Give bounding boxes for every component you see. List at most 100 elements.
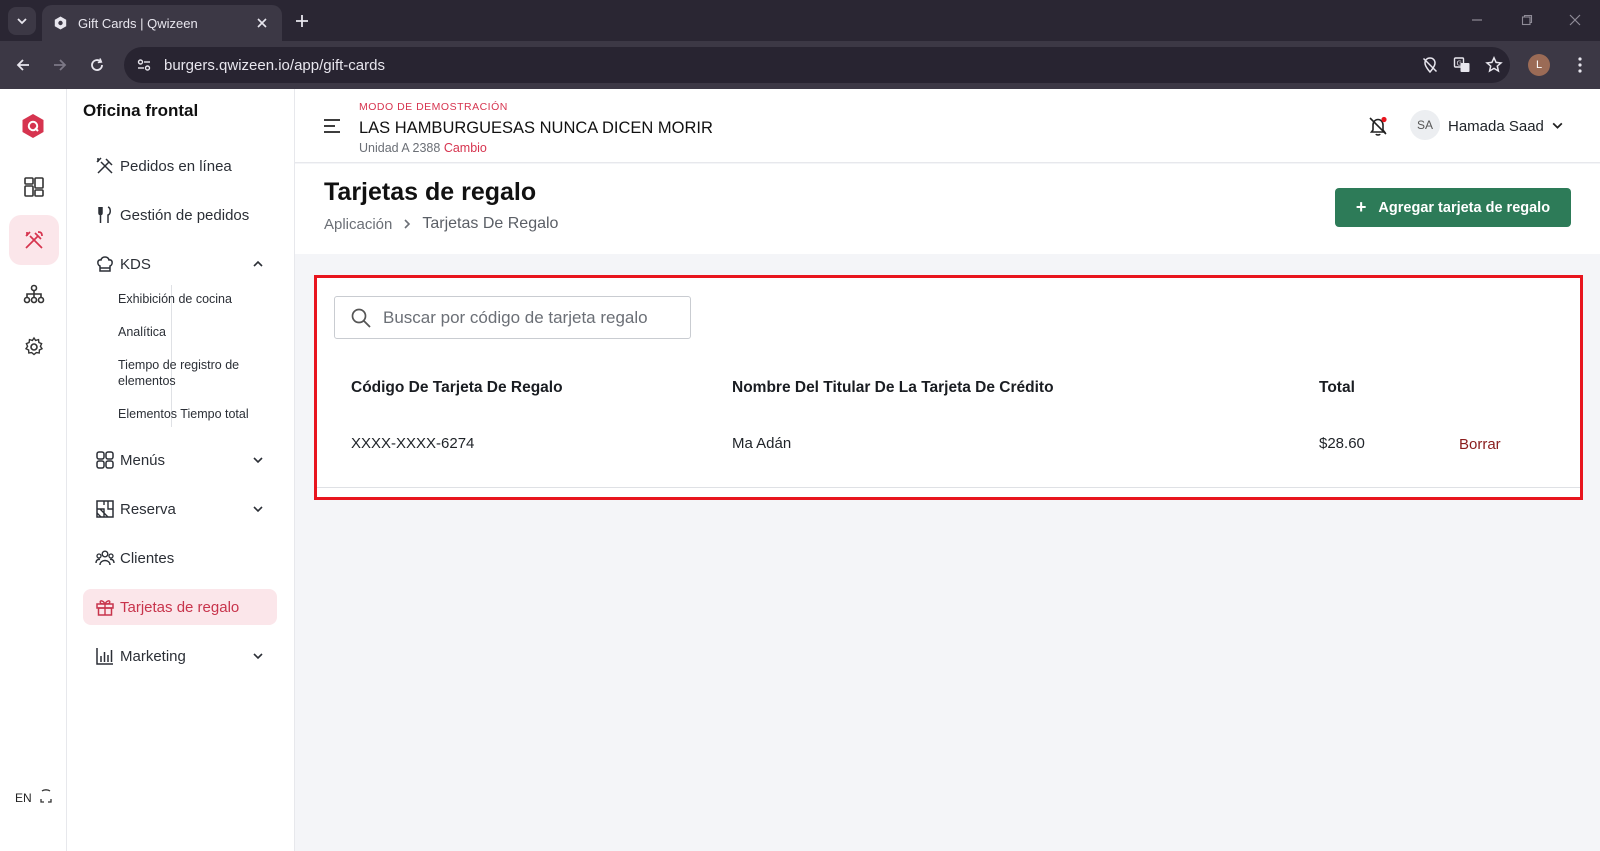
rail-dashboard-icon[interactable]: [9, 162, 59, 212]
chevron-down-icon: [17, 18, 27, 25]
back-icon[interactable]: [9, 51, 37, 79]
cell-code: XXXX-XXXX-6274: [351, 435, 475, 452]
browser-toolbar: burgers.qwizeen.io/app/gift-cards G L: [0, 41, 1600, 89]
rail-settings-gear-icon[interactable]: [9, 322, 59, 372]
bookmark-star-icon[interactable]: [1478, 51, 1510, 79]
rail-organization-icon[interactable]: [9, 269, 59, 319]
sidebar-item-label: Clientes: [120, 549, 175, 567]
qwizeen-favicon-icon: [52, 15, 68, 31]
user-name[interactable]: Hamada Saad: [1448, 118, 1544, 135]
add-gift-card-button[interactable]: + Agregar tarjeta de regalo: [1335, 188, 1571, 227]
change-unit-link[interactable]: Cambio: [444, 141, 487, 155]
sidebar-item-label: Marketing: [120, 647, 186, 665]
site-info-icon[interactable]: [128, 51, 160, 79]
tab-search-button[interactable]: [8, 7, 36, 35]
gift-icon: [94, 596, 116, 618]
chevron-down-icon: [247, 449, 269, 471]
sidebar-item-reservation[interactable]: Reserva: [83, 491, 277, 527]
sidebar-item-label: Pedidos en línea: [120, 157, 232, 175]
plus-icon: +: [1355, 197, 1367, 217]
sidebar-item-gift-cards[interactable]: Tarjetas de regalo: [83, 589, 277, 625]
address-bar[interactable]: burgers.qwizeen.io/app/gift-cards G: [124, 47, 1510, 83]
sidebar-item-label: Reserva: [120, 500, 176, 518]
svg-text:G: G: [1457, 60, 1462, 68]
sidebar-item-menus[interactable]: Menús: [83, 442, 277, 478]
sidebar-item-customers[interactable]: Clientes: [83, 540, 277, 576]
new-tab-icon[interactable]: [290, 9, 314, 33]
icon-rail: EN: [0, 89, 67, 851]
submenu-items-total-time[interactable]: Elementos Tiempo total: [118, 406, 278, 422]
url-text: burgers.qwizeen.io/app/gift-cards: [164, 56, 385, 74]
forward-icon[interactable]: [46, 51, 74, 79]
table-bottom-divider: [317, 487, 1580, 488]
breadcrumb: Aplicación Tarjetas De Regalo: [324, 215, 558, 233]
sidebar-item-kds[interactable]: KDS: [83, 246, 277, 282]
menu-toggle-icon[interactable]: [321, 116, 343, 136]
page-header: Tarjetas de regalo Aplicación Tarjetas D…: [295, 164, 1600, 254]
chevron-up-icon: [247, 253, 269, 275]
fullscreen-icon: [40, 789, 52, 803]
column-header-holder: Nombre Del Titular De La Tarjeta De Créd…: [732, 379, 1054, 396]
main-content: MODO DE DEMOSTRACIÓN LAS HAMBURGUESAS NU…: [295, 89, 1600, 851]
chevron-right-icon: [398, 215, 416, 233]
add-gift-card-label: Agregar tarjeta de regalo: [1378, 199, 1551, 216]
close-window-icon[interactable]: [1560, 8, 1590, 32]
minimize-window-icon[interactable]: [1462, 8, 1492, 32]
sidebar-item-label: KDS: [120, 255, 151, 273]
submenu-item-logging-time[interactable]: Tiempo de registro de elementos: [118, 357, 268, 389]
sidebar-title: Oficina frontal: [83, 101, 199, 120]
chef-hat-icon: [94, 253, 116, 275]
location-off-icon[interactable]: [1414, 51, 1446, 79]
utensils-icon: [94, 204, 116, 226]
sidebar-item-label: Tarjetas de regalo: [120, 598, 240, 616]
chevron-down-icon: [247, 498, 269, 520]
cell-total: $28.60: [1319, 435, 1365, 452]
sidebar-item-label: Gestión de pedidos: [120, 206, 250, 224]
search-input[interactable]: [383, 307, 673, 328]
search-box[interactable]: [334, 296, 691, 339]
restore-window-icon[interactable]: [1512, 8, 1542, 32]
language-label: EN: [15, 791, 32, 805]
sidebar-item-order-management[interactable]: Gestión de pedidos: [83, 197, 277, 233]
profile-avatar[interactable]: L: [1528, 54, 1550, 76]
browser-tab-strip: Gift Cards | Qwizeen: [0, 0, 1600, 41]
chevron-down-icon: [247, 645, 269, 667]
sidebar-item-label: Menús: [120, 451, 166, 469]
breadcrumb-current: Tarjetas De Regalo: [422, 215, 559, 232]
user-avatar[interactable]: SA: [1410, 110, 1440, 140]
sidebar: Oficina frontal Pedidos en línea Gestión…: [67, 89, 295, 851]
column-header-total: Total: [1319, 379, 1355, 396]
demo-mode-label: MODO DE DEMOSTRACIÓN: [359, 101, 508, 113]
bar-chart-icon: [94, 645, 116, 667]
restaurant-name: LAS HAMBURGUESAS NUNCA DICEN MORIR: [359, 119, 713, 137]
qwizeen-logo-icon[interactable]: [21, 113, 45, 139]
rail-front-office-icon[interactable]: [9, 215, 59, 265]
notifications-off-icon[interactable]: [1366, 114, 1390, 138]
fork-knife-crossed-icon: [94, 155, 116, 177]
search-icon: [349, 306, 373, 330]
floor-plan-icon: [94, 498, 116, 520]
unit-info: Unidad A 2388 Cambio: [359, 141, 487, 155]
submenu-kitchen-display[interactable]: Exhibición de cocina: [118, 291, 278, 307]
column-header-code: Código De Tarjeta De Regalo: [351, 379, 563, 396]
top-header: MODO DE DEMOSTRACIÓN LAS HAMBURGUESAS NU…: [295, 89, 1600, 163]
browser-menu-icon[interactable]: [1568, 51, 1592, 79]
page-title: Tarjetas de regalo: [324, 178, 537, 206]
tab-title: Gift Cards | Qwizeen: [78, 15, 198, 31]
reload-icon[interactable]: [83, 51, 111, 79]
language-switcher[interactable]: EN: [8, 785, 56, 811]
cell-holder: Ma Adán: [732, 435, 792, 452]
browser-tab-active[interactable]: Gift Cards | Qwizeen: [42, 5, 282, 41]
close-tab-icon[interactable]: [252, 13, 272, 33]
delete-button[interactable]: Borrar: [1459, 436, 1501, 453]
grid-icon: [94, 449, 116, 471]
breadcrumb-app-link[interactable]: Aplicación: [324, 216, 392, 233]
submenu-analytics[interactable]: Analítica: [118, 324, 278, 340]
unit-label: Unidad A 2388: [359, 141, 441, 155]
gift-cards-panel: Código De Tarjeta De Regalo Nombre Del T…: [314, 275, 1583, 500]
translate-icon[interactable]: G: [1446, 51, 1478, 79]
sidebar-item-marketing[interactable]: Marketing: [83, 638, 277, 674]
chevron-down-icon[interactable]: [1548, 116, 1566, 134]
app-root: EN Oficina frontal Pedidos en línea Gest…: [0, 89, 1600, 851]
sidebar-item-online-orders[interactable]: Pedidos en línea: [83, 148, 277, 184]
